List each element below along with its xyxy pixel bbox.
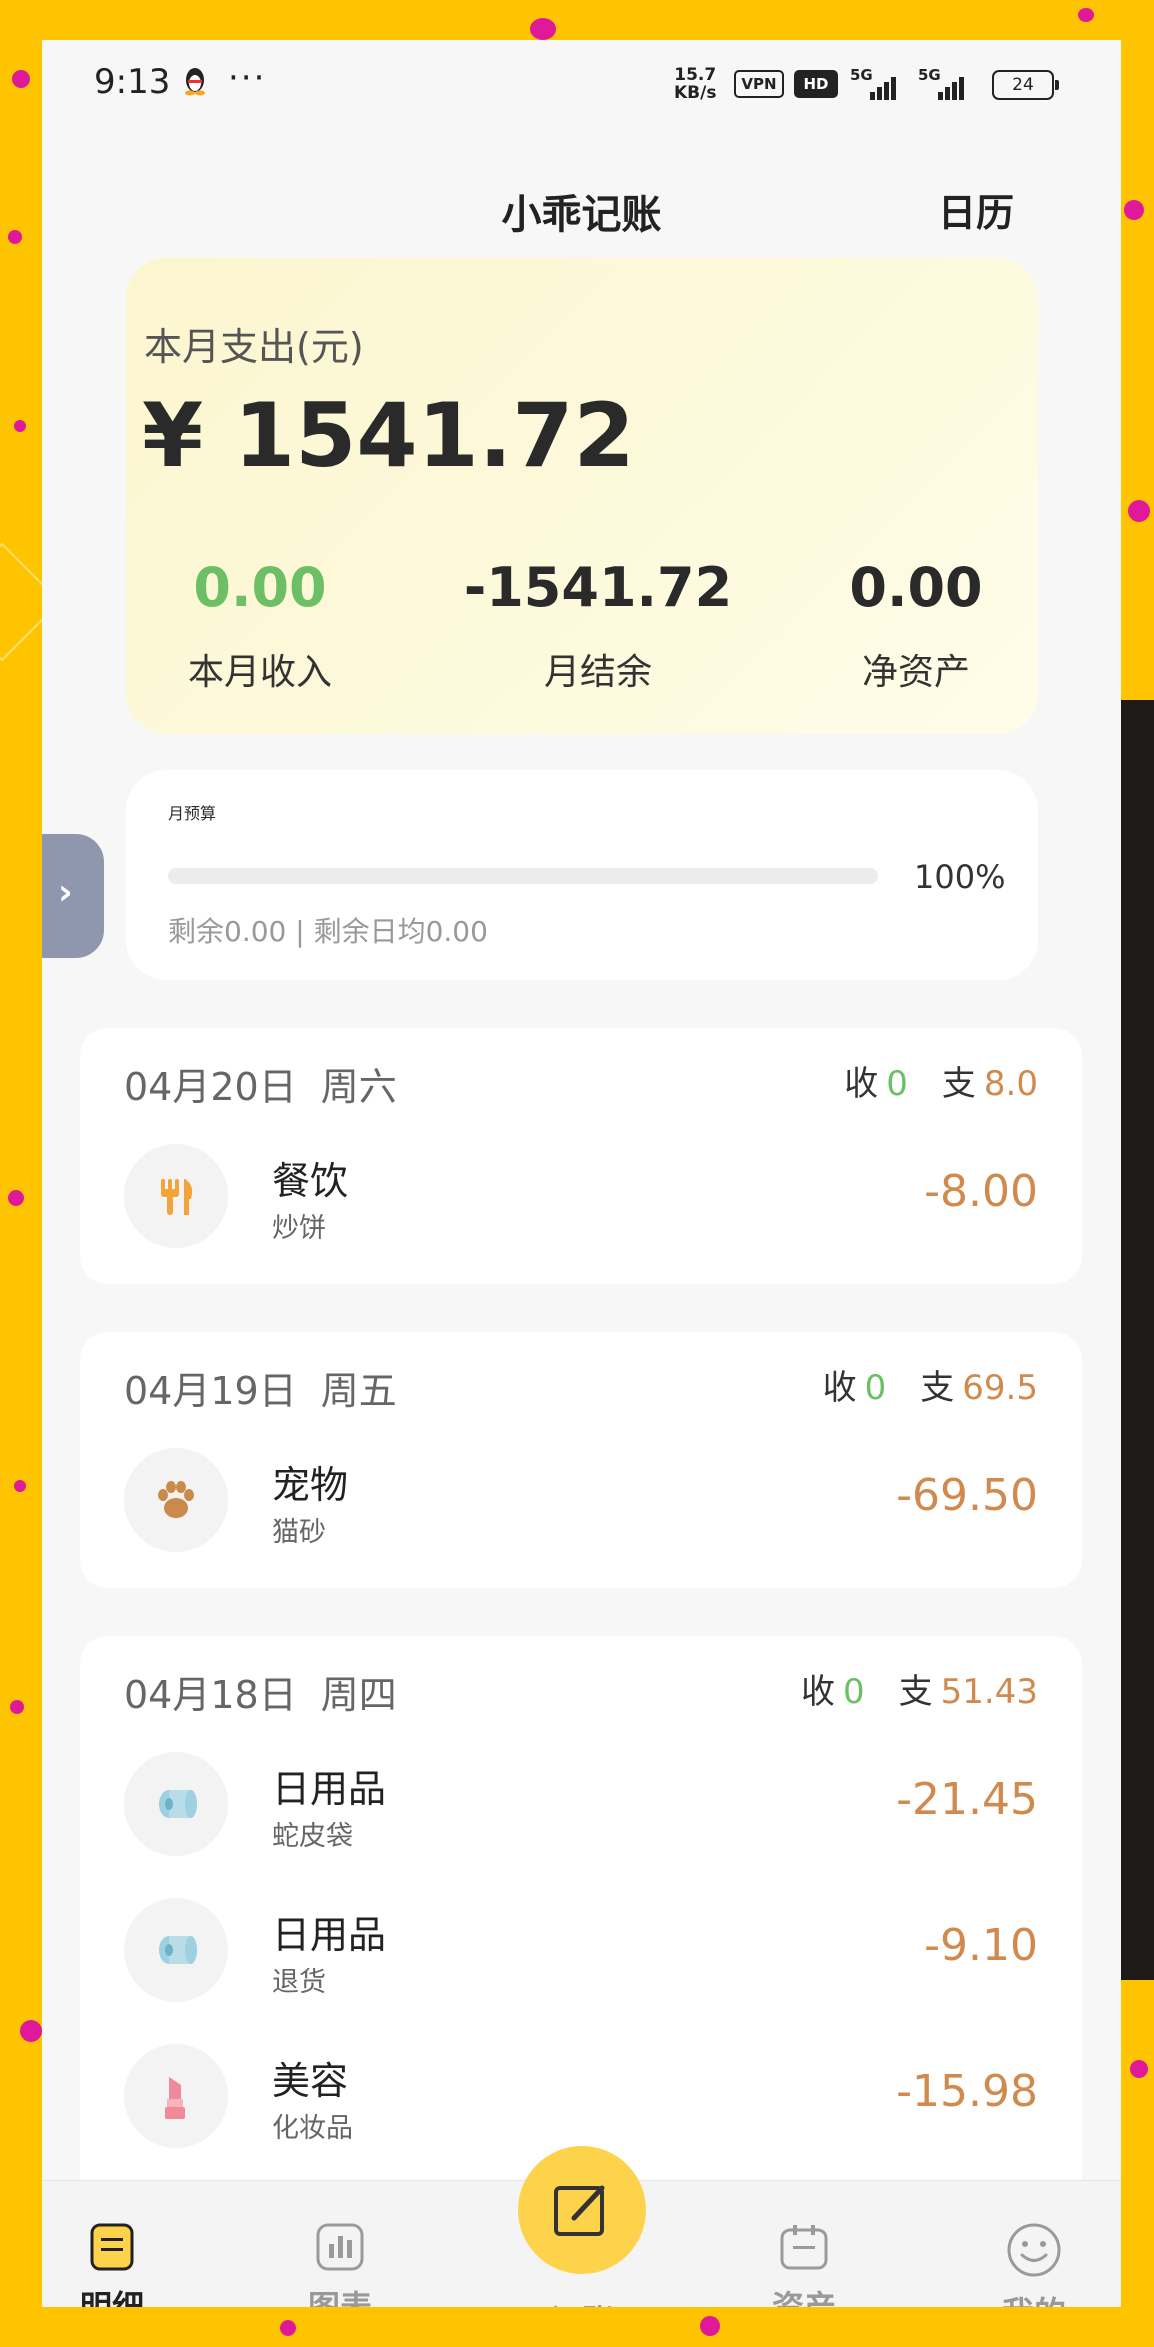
budget-percent: 100% <box>914 858 1006 896</box>
income-value: 0.00 <box>193 556 327 619</box>
chart-icon <box>316 2223 364 2271</box>
day-date: 04月19日 周五 <box>124 1369 397 1413</box>
tissue-roll-icon <box>159 1790 197 1818</box>
balance-label: 月结余 <box>543 652 652 693</box>
lipstick-icon <box>165 2077 185 2119</box>
nav-assets[interactable]: 资产 <box>744 2222 864 2307</box>
day-date: 04月18日 周四 <box>124 1673 397 1717</box>
day-summary: 收 0 支 69.5 <box>822 1368 1038 1408</box>
paw-icon <box>158 1481 194 1518</box>
hd-indicator: HD <box>794 70 838 98</box>
entry-amount: -69.50 <box>896 1470 1038 1521</box>
entry-category: 餐饮 <box>272 1159 349 1203</box>
net-assets-stat: 0.00 净资产 <box>766 556 1066 695</box>
list-item[interactable]: 宠物 猫砂 -69.50 <box>80 1430 1082 1570</box>
nav-record[interactable]: 记账 <box>522 2286 642 2307</box>
status-time: 9:13 <box>94 62 171 102</box>
monthly-expense-amount: ¥ 1541.72 <box>142 384 635 487</box>
income-label: 本月收入 <box>187 652 332 693</box>
entry-amount: -15.98 <box>896 2066 1038 2117</box>
qq-penguin-icon <box>185 68 205 96</box>
list-item[interactable]: 餐饮 炒饼 -8.00 <box>80 1126 1082 1266</box>
nav-details[interactable]: 明细 <box>52 2222 172 2307</box>
entry-amount: -9.10 <box>924 1920 1038 1971</box>
day-date: 04月20日 周六 <box>124 1065 397 1109</box>
entry-note: 猫砂 <box>272 1517 326 1548</box>
entry-category: 日用品 <box>272 1913 387 1957</box>
nav-charts[interactable]: 图表 <box>280 2222 400 2307</box>
budget-title: 月预算 <box>168 804 217 823</box>
entry-note: 化妆品 <box>272 2113 353 2144</box>
calendar-button[interactable]: 日历 <box>938 182 1014 237</box>
list-item[interactable]: 美容 化妆品 -15.98 <box>80 2026 1082 2166</box>
category-icon-circle <box>124 1752 228 1856</box>
day-group-0420: 04月20日 周六 收 0 支 8.0 餐饮 炒饼 -8.00 <box>80 1028 1082 1284</box>
more-notifications-icon: ··· <box>228 58 267 98</box>
chevron-right-icon: › <box>58 872 73 913</box>
day-summary: 收 0 支 8.0 <box>844 1064 1038 1104</box>
budget-progress-bar <box>168 868 878 884</box>
nav-mine-label: 我的 <box>974 2288 1094 2307</box>
entry-amount: -8.00 <box>924 1166 1038 1217</box>
nav-mine[interactable]: 我的 <box>974 2222 1094 2307</box>
status-bar: 9:13 ··· 15.7 KB/s VPN HD 5G 5G 24 <box>42 40 1121 130</box>
category-icon-circle <box>124 1448 228 1552</box>
category-icon-circle <box>124 1144 228 1248</box>
net-assets-label: 净资产 <box>861 652 970 693</box>
category-icon-circle <box>124 2044 228 2148</box>
net-assets-value: 0.00 <box>849 556 983 619</box>
battery-icon: 24 <box>992 70 1059 100</box>
budget-remaining: 剩余0.00 | 剩余日均0.00 <box>168 915 488 948</box>
nav-record-label: 记账 <box>522 2296 642 2307</box>
entry-note: 蛇皮袋 <box>272 1821 353 1852</box>
side-drawer-toggle[interactable]: › <box>42 834 104 958</box>
day-group-0419: 04月19日 周五 收 0 支 69.5 宠物 猫砂 -69.50 <box>80 1332 1082 1588</box>
record-button[interactable] <box>518 2146 646 2274</box>
network-speed: 15.7 KB/s <box>674 65 717 103</box>
entry-note: 退货 <box>272 1967 326 1998</box>
list-item[interactable]: 日用品 退货 -9.10 <box>80 1880 1082 2020</box>
nav-charts-label: 图表 <box>307 2288 372 2307</box>
entry-amount: -21.45 <box>896 1774 1038 1825</box>
fork-knife-icon <box>161 1179 193 1215</box>
list-item[interactable]: 日用品 蛇皮袋 -21.45 <box>80 1734 1082 1874</box>
entry-category: 美容 <box>272 2059 349 2103</box>
tissue-roll-icon <box>159 1936 197 1964</box>
nav-assets-label: 资产 <box>771 2288 836 2307</box>
balance-value: -1541.72 <box>463 556 733 619</box>
balance-stat: -1541.72 月结余 <box>448 556 748 695</box>
phone-screen: 9:13 ··· 15.7 KB/s VPN HD 5G 5G 24 小乖记账 … <box>42 40 1121 2307</box>
category-icon-circle <box>124 1898 228 2002</box>
details-icon <box>90 2223 134 2271</box>
day-summary: 收 0 支 51.43 <box>801 1672 1038 1712</box>
monthly-expense-label: 本月支出(元) <box>144 325 364 369</box>
entry-note: 炒饼 <box>272 1213 326 1244</box>
smiley-icon <box>1007 2223 1061 2277</box>
budget-progress-fill <box>168 868 878 884</box>
vpn-indicator: VPN <box>734 70 784 98</box>
edit-icon <box>554 2185 605 2236</box>
income-stat: 0.00 本月收入 <box>110 556 410 695</box>
entry-category: 宠物 <box>272 1463 349 1507</box>
nav-details-label: 明细 <box>79 2288 144 2307</box>
assets-icon <box>780 2225 828 2270</box>
entry-category: 日用品 <box>272 1767 387 1811</box>
